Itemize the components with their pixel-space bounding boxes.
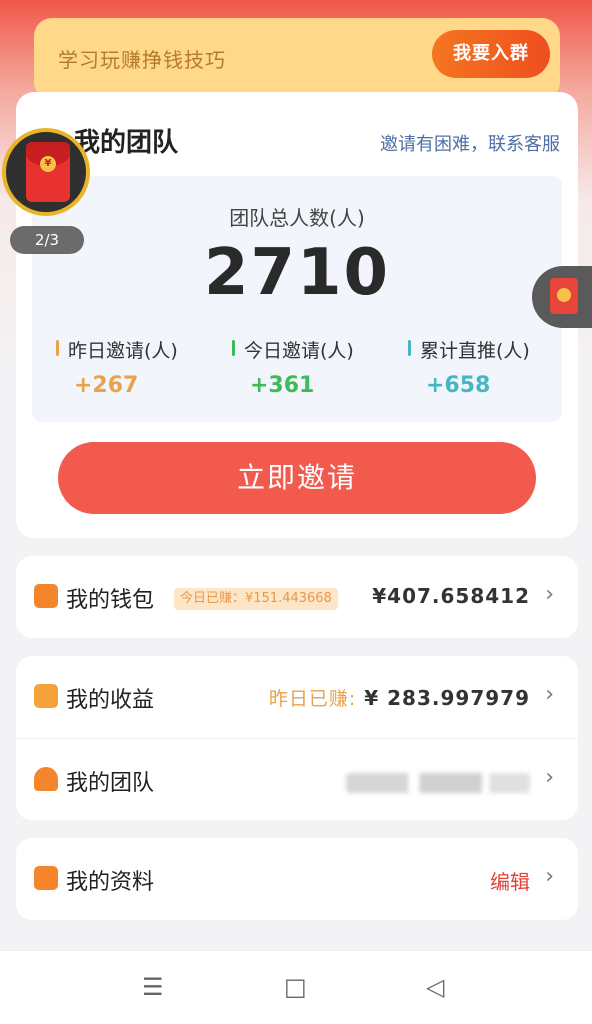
wallet-balance: ¥407.658412 <box>372 584 530 608</box>
right-float-button[interactable] <box>532 266 592 328</box>
contact-support-link[interactable]: 邀请有困难，联系客服 <box>380 130 560 156</box>
blurred-info <box>346 773 530 793</box>
earnings-team-card: 我的收益 昨日已赚: ¥ 283.997979 › 我的团队 › <box>16 656 578 820</box>
red-envelope-float-button[interactable]: ¥ <box>2 128 90 216</box>
stat-label: 昨日邀请(人) <box>56 336 226 363</box>
team-row-title: 我的团队 <box>66 771 155 796</box>
today-earned-badge: 今日已赚：¥151.443668 <box>174 588 338 610</box>
profile-title: 我的资料 <box>66 870 155 895</box>
join-group-button[interactable]: 我要入群 <box>432 30 550 78</box>
yen-box-icon <box>34 684 58 708</box>
promo-banner: 学习玩赚挣钱技巧 我要入群 <box>34 18 560 100</box>
stat-direct-total: 累计直推(人) +658 <box>408 336 578 398</box>
invite-now-button[interactable]: 立即邀请 <box>58 442 536 514</box>
wallet-title: 我的钱包 <box>66 588 155 613</box>
home-icon[interactable]: □ <box>284 973 307 1001</box>
team-stats: 团队总人数(人) 2710 昨日邀请(人) +267 今日邀请(人) +361 … <box>32 176 562 422</box>
stat-today: 今日邀请(人) +361 <box>232 336 402 398</box>
wallet-icon <box>34 584 58 608</box>
profile-card: 我的资料 编辑 › <box>16 838 578 920</box>
profile-row[interactable]: 我的资料 编辑 › <box>16 838 578 920</box>
stat-value: +267 <box>74 373 139 398</box>
banner-text: 学习玩赚挣钱技巧 <box>58 48 226 72</box>
stat-value: +658 <box>426 373 491 398</box>
team-row[interactable]: 我的团队 › <box>16 738 578 820</box>
team-card: 我的团队 邀请有困难，联系客服 团队总人数(人) 2710 昨日邀请(人) +2… <box>16 92 578 538</box>
team-title: 我的团队 <box>74 128 179 158</box>
chevron-right-icon: › <box>545 582 554 607</box>
total-members-value: 2710 <box>203 236 391 310</box>
earnings-amount: ¥ 283.997979 <box>364 686 530 710</box>
red-envelope-icon: ¥ <box>26 142 70 202</box>
chevron-right-icon: › <box>545 765 554 790</box>
envelope-counter: 2/3 <box>10 226 84 254</box>
earnings-amount-group: 昨日已赚: ¥ 283.997979 <box>269 684 530 711</box>
system-nav-bar: ☰ □ ◁ <box>0 950 592 1024</box>
earnings-title: 我的收益 <box>66 688 155 713</box>
coin-icon: ¥ <box>40 156 56 172</box>
wallet-row[interactable]: 我的钱包 今日已赚：¥151.443668 ¥407.658412 › <box>16 556 578 638</box>
menu-icon[interactable]: ☰ <box>142 973 164 1001</box>
earnings-row[interactable]: 我的收益 昨日已赚: ¥ 283.997979 › <box>16 656 578 738</box>
edit-profile-link[interactable]: 编辑 <box>490 866 530 895</box>
chevron-right-icon: › <box>545 682 554 707</box>
stat-label: 今日邀请(人) <box>232 336 402 363</box>
total-members-label: 团队总人数(人) <box>229 206 365 230</box>
red-envelope-icon <box>550 278 578 314</box>
wallet-card: 我的钱包 今日已赚：¥151.443668 ¥407.658412 › <box>16 556 578 638</box>
earnings-label: 昨日已赚: <box>268 688 357 710</box>
stat-value: +361 <box>250 373 315 398</box>
chevron-right-icon: › <box>545 864 554 889</box>
stat-label: 累计直推(人) <box>408 336 578 363</box>
document-icon <box>34 866 58 890</box>
stat-yesterday: 昨日邀请(人) +267 <box>56 336 226 398</box>
back-icon[interactable]: ◁ <box>426 973 444 1001</box>
person-icon <box>34 767 58 791</box>
